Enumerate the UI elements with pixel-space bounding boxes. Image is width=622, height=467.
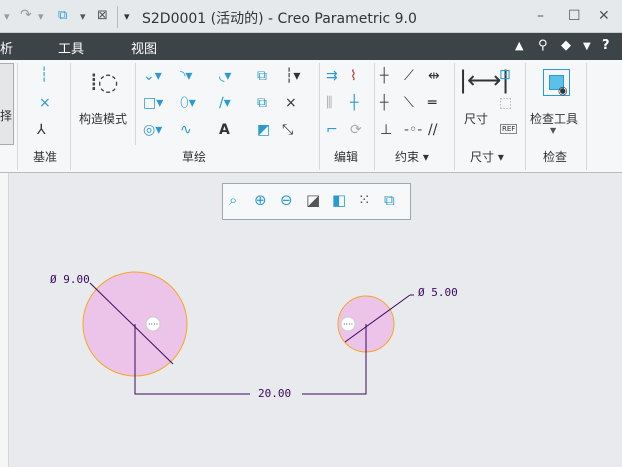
diameter-dimension-large[interactable]: Ø 9.00: [50, 273, 90, 286]
sketch-canvas[interactable]: ···· ····: [0, 0, 622, 467]
distance-dimension[interactable]: 20.00: [258, 387, 291, 400]
svg-text:····: ····: [148, 320, 158, 329]
diameter-dimension-small[interactable]: Ø 5.00: [418, 286, 458, 299]
svg-text:····: ····: [343, 320, 353, 329]
